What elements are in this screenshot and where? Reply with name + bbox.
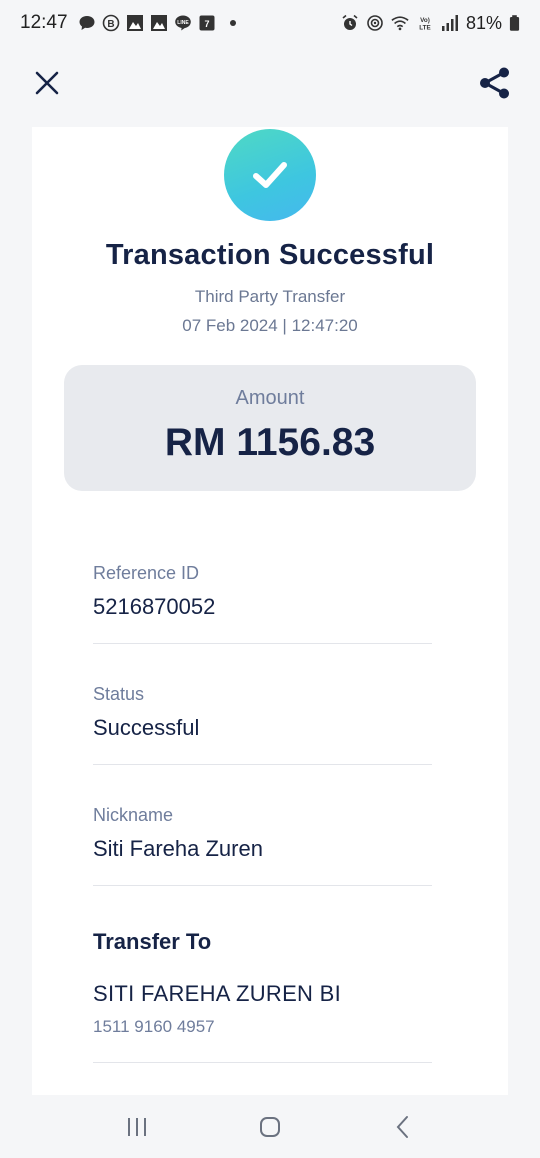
detail-value: Siti Fareha Zuren: [93, 836, 263, 861]
chat-bubble-icon: [79, 16, 95, 30]
close-icon: [35, 71, 59, 95]
transfer-to-section: Transfer To SITI FAREHA ZUREN BI 1511 91…: [93, 929, 432, 1063]
battery-percent: 81%: [465, 12, 502, 33]
amount-label: Amount: [235, 387, 305, 409]
transfer-type: Third Party Transfer: [194, 287, 346, 306]
status-left: 12:47 B LINE 7: [20, 12, 236, 34]
page-title: Transaction Successful: [105, 239, 435, 271]
checkmark-icon: [253, 162, 287, 188]
alarm-icon: [342, 14, 358, 30]
status-time: 12:47: [20, 12, 68, 33]
gallery-icon: [126, 15, 143, 31]
recipient-account-number: 1511 9160 4957: [93, 1017, 215, 1036]
detail-label: Reference ID: [93, 563, 200, 583]
detail-value: Successful: [93, 715, 200, 740]
detail-reference-id: Reference ID 5216870052: [93, 563, 432, 644]
amount-box: Amount RM 1156.83: [64, 365, 476, 491]
detail-label: Nickname: [93, 805, 174, 825]
more-notifications-dot: [229, 20, 236, 26]
top-app-bar: [0, 52, 540, 114]
svg-text:LINE: LINE: [177, 20, 189, 26]
status-right: Vo) LTE 81%: [341, 13, 520, 34]
wifi-icon: [391, 16, 409, 31]
success-check-icon: [224, 129, 316, 221]
svg-text:7: 7: [204, 19, 209, 29]
line-icon: LINE: [174, 15, 191, 31]
close-button[interactable]: [30, 66, 64, 100]
transaction-datetime: 07 Feb 2024 | 12:47:20: [182, 316, 358, 335]
volte-icon: Vo)LTE: [419, 17, 430, 31]
detail-label: Status: [93, 684, 145, 704]
back-chevron-icon: [396, 1115, 409, 1138]
recent-apps-button[interactable]: [117, 1107, 157, 1147]
b-icon: B: [102, 14, 119, 32]
amount-value: RM 1156.83: [164, 421, 376, 464]
gallery-icon: [150, 15, 167, 31]
back-button[interactable]: [383, 1107, 423, 1147]
recent-apps-icon: [127, 1117, 146, 1136]
system-nav-bar: [0, 1095, 540, 1158]
receipt-screen: 12:47 B LINE 7 Vo) LTE 81% Transaction S…: [0, 0, 540, 1158]
status-bar: 12:47 B LINE 7 Vo) LTE 81%: [0, 0, 540, 46]
detail-nickname: Nickname Siti Fareha Zuren: [93, 805, 432, 886]
detail-status: Status Successful: [93, 684, 432, 765]
detail-value: 5216870052: [93, 594, 216, 619]
transfer-to-heading: Transfer To: [93, 929, 212, 954]
calendar-icon: 7: [199, 15, 215, 31]
recipient-name: SITI FAREHA ZUREN BI: [93, 981, 342, 1006]
signal-icon: [441, 15, 458, 31]
home-button[interactable]: [250, 1107, 290, 1147]
svg-text:LTE: LTE: [419, 24, 430, 31]
battery-icon: [509, 15, 520, 31]
home-icon: [259, 1116, 280, 1137]
receipt-card: Transaction Successful Third Party Trans…: [32, 127, 508, 1095]
hotspot-icon: [367, 15, 383, 31]
svg-text:Vo): Vo): [420, 17, 430, 24]
svg-text:B: B: [107, 19, 114, 30]
share-button[interactable]: [478, 66, 512, 100]
share-icon: [480, 67, 509, 99]
